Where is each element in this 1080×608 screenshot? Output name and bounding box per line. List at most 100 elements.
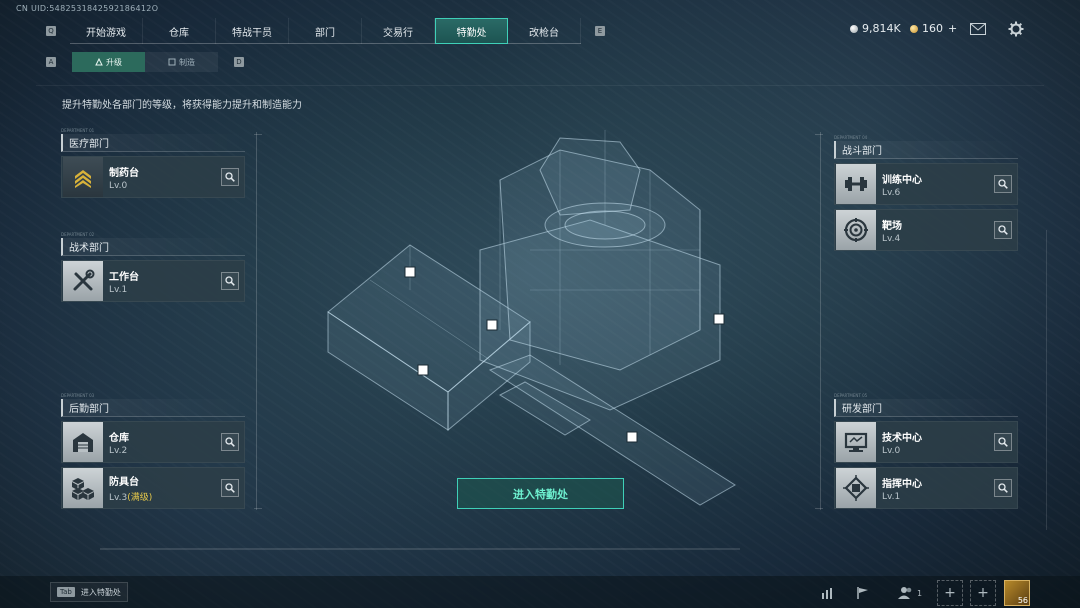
friends-icon bbox=[897, 587, 912, 599]
hint-label: 进入特勤处 bbox=[80, 587, 121, 597]
tools-icon bbox=[63, 261, 103, 301]
dept-tactical: DEPARTMENT 02 战术部门 工作台 Lv.1 bbox=[61, 232, 245, 302]
nav-prev-key[interactable]: Q bbox=[46, 26, 56, 36]
facility-level: Lv.3(满级) bbox=[109, 490, 221, 503]
dept-header: 战术部门 bbox=[61, 238, 245, 256]
search-icon[interactable] bbox=[221, 272, 239, 290]
facility-level: Lv.2 bbox=[109, 445, 128, 456]
dept-medical: DEPARTMENT 01 医疗部门 制药台 Lv.0 bbox=[61, 128, 245, 198]
page-description: 提升特勤处各部门的等级，将获得能力提升和制造能力 bbox=[62, 100, 302, 111]
facility-training-center[interactable]: 训练中心 Lv.6 bbox=[834, 163, 1018, 205]
dept-logistics: DEPARTMENT 03 后勤部门 仓库 Lv.2 防具台 Lv.3(满级) bbox=[61, 393, 245, 509]
settings-gear-icon[interactable] bbox=[1006, 20, 1026, 38]
tab-market[interactable]: 交易行 bbox=[362, 18, 435, 44]
facility-name: 制药台 bbox=[109, 167, 139, 179]
subtab-craft[interactable]: 制造 bbox=[145, 52, 218, 72]
facility-level: Lv.0 bbox=[882, 445, 901, 456]
search-icon[interactable] bbox=[994, 433, 1012, 451]
tab-warehouse[interactable]: 仓库 bbox=[143, 18, 216, 44]
facility-pharmacy[interactable]: 制药台 Lv.0 bbox=[61, 156, 245, 198]
sub-nav: A 升级 制造 D bbox=[46, 52, 244, 72]
facility-shooting-range[interactable]: 靶场 Lv.4 bbox=[834, 209, 1018, 251]
subtab-upgrade-label: 升级 bbox=[106, 57, 122, 67]
facility-level: Lv.1 bbox=[109, 284, 128, 295]
chip-icon bbox=[836, 468, 876, 508]
nav-tabs: 开始游戏 仓库 特战干员 部门 交易行 特勤处 改枪台 bbox=[70, 18, 581, 44]
facility-tech-center[interactable]: 技术中心 Lv.0 bbox=[834, 421, 1018, 463]
tab-operators[interactable]: 特战干员 bbox=[216, 18, 289, 44]
coin-icon bbox=[850, 24, 858, 33]
subtab-upgrade[interactable]: 升级 bbox=[72, 52, 145, 72]
search-icon[interactable] bbox=[994, 479, 1012, 497]
stats-chart-icon[interactable] bbox=[815, 582, 841, 604]
facility-name: 训练中心 bbox=[882, 174, 922, 186]
add-teammate-slot-2[interactable]: + bbox=[970, 580, 996, 606]
currency-value: 9,814K bbox=[862, 22, 901, 35]
plus-icon: + bbox=[944, 585, 956, 601]
facility-name: 靶场 bbox=[882, 220, 902, 232]
dept-header: 战斗部门 bbox=[834, 141, 1018, 159]
facility-command-center[interactable]: 指挥中心 Lv.1 bbox=[834, 467, 1018, 509]
base-building-model[interactable] bbox=[300, 130, 760, 530]
player-uid: CN UID:5482531842592186412O bbox=[16, 4, 159, 13]
add-premium-button[interactable]: + bbox=[948, 22, 957, 35]
facility-level: Lv.4 bbox=[882, 233, 901, 244]
premium-value: 160 bbox=[922, 22, 943, 35]
premium-coin-icon bbox=[910, 24, 918, 33]
facility-workbench[interactable]: 工作台 Lv.1 bbox=[61, 260, 245, 302]
search-icon[interactable] bbox=[994, 175, 1012, 193]
max-level-badge: (满级) bbox=[127, 493, 153, 503]
dept-header: 后勤部门 bbox=[61, 399, 245, 417]
premium-display[interactable]: 160 + bbox=[910, 22, 957, 35]
facility-marker bbox=[417, 364, 429, 376]
tab-special-ops[interactable]: 特勤处 bbox=[435, 18, 508, 44]
add-teammate-slot-1[interactable]: + bbox=[937, 580, 963, 606]
tab-key-badge: Tab bbox=[57, 587, 75, 597]
tab-start-game[interactable]: 开始游戏 bbox=[70, 18, 143, 44]
subnav-prev-key[interactable]: A bbox=[46, 57, 56, 67]
warehouse-icon bbox=[63, 422, 103, 462]
nav-next-key[interactable]: E bbox=[595, 26, 605, 36]
enter-hint[interactable]: Tab 进入特勤处 bbox=[50, 582, 128, 602]
facility-level-value: Lv.3 bbox=[109, 493, 128, 503]
facility-name: 技术中心 bbox=[882, 432, 922, 444]
facility-warehouse[interactable]: 仓库 Lv.2 bbox=[61, 421, 245, 463]
tab-gunsmith[interactable]: 改枪台 bbox=[508, 18, 581, 44]
facility-level: Lv.0 bbox=[109, 180, 128, 191]
dept-combat: DEPARTMENT 04 战斗部门 训练中心 Lv.6 靶场 Lv.4 bbox=[834, 135, 1018, 251]
player-level: 56 bbox=[1017, 596, 1028, 605]
facility-armor-bench[interactable]: 防具台 Lv.3(满级) bbox=[61, 467, 245, 509]
facility-level: Lv.1 bbox=[882, 491, 901, 502]
friends-count: 1 bbox=[916, 588, 923, 598]
subtab-craft-label: 制造 bbox=[179, 57, 195, 67]
subnav-next-key[interactable]: D bbox=[234, 57, 244, 67]
currency-display: 9,814K bbox=[850, 22, 901, 35]
cubes-icon bbox=[63, 468, 103, 508]
dept-header: 研发部门 bbox=[834, 399, 1018, 417]
chevron-up-icon bbox=[63, 157, 103, 197]
dumbbell-icon bbox=[836, 164, 876, 204]
facility-marker bbox=[404, 266, 416, 278]
dept-header: 医疗部门 bbox=[61, 134, 245, 152]
facility-name: 仓库 bbox=[109, 432, 129, 444]
friends-button[interactable]: 1 bbox=[892, 582, 928, 604]
search-icon[interactable] bbox=[221, 479, 239, 497]
facility-marker bbox=[626, 431, 638, 443]
search-icon[interactable] bbox=[221, 168, 239, 186]
dept-research: DEPARTMENT 05 研发部门 技术中心 Lv.0 指挥中心 Lv.1 bbox=[834, 393, 1018, 509]
target-icon bbox=[836, 210, 876, 250]
mail-icon[interactable] bbox=[968, 20, 988, 38]
facility-name: 指挥中心 bbox=[882, 478, 922, 490]
top-nav: Q 开始游戏 仓库 特战干员 部门 交易行 特勤处 改枪台 E bbox=[46, 18, 605, 44]
tab-department[interactable]: 部门 bbox=[289, 18, 362, 44]
search-icon[interactable] bbox=[994, 221, 1012, 239]
player-avatar[interactable]: 56 bbox=[1004, 580, 1030, 606]
facility-marker bbox=[713, 313, 725, 325]
enter-special-ops-button[interactable]: 进入特勤处 bbox=[457, 478, 624, 509]
screen: CN UID:5482531842592186412O Q 开始游戏 仓库 特战… bbox=[0, 0, 1080, 608]
upgrade-icon bbox=[95, 58, 103, 66]
flag-icon[interactable] bbox=[850, 582, 876, 604]
search-icon[interactable] bbox=[221, 433, 239, 451]
facility-name: 防具台 bbox=[109, 477, 139, 488]
facility-name: 工作台 bbox=[109, 271, 139, 283]
